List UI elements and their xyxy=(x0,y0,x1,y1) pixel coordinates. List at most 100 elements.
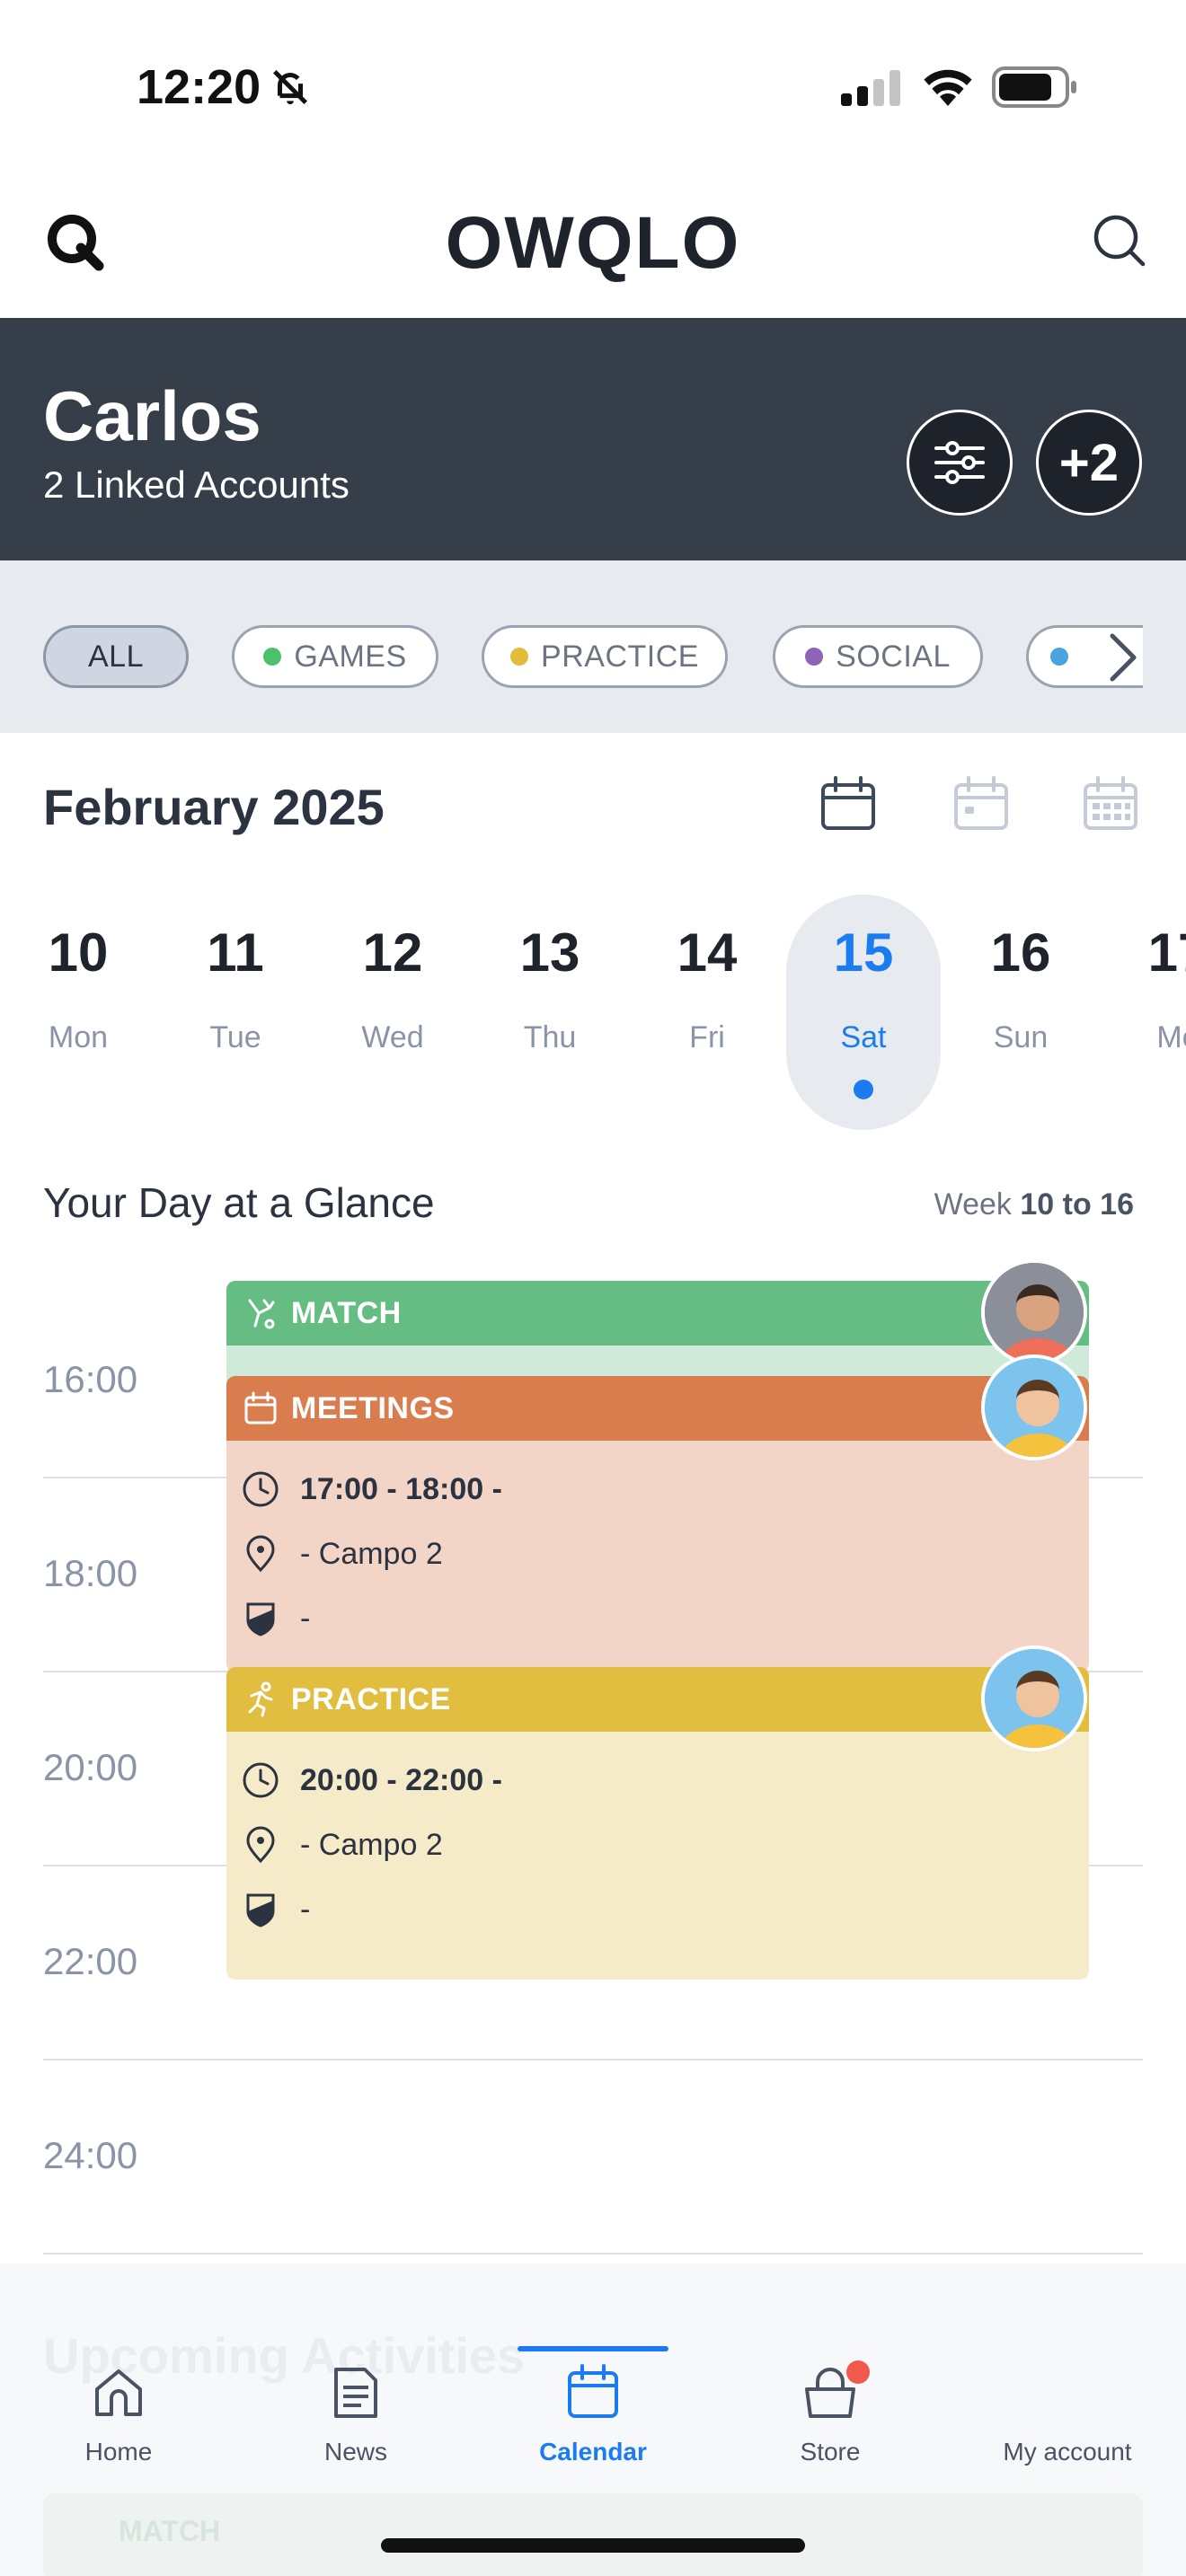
day-cell[interactable]: 16 Sun xyxy=(943,895,1098,1130)
time-label: 18:00 xyxy=(43,1552,138,1594)
day-cell[interactable]: 12 Wed xyxy=(315,895,470,1130)
event-location-row: - Campo 2 xyxy=(241,1522,1089,1586)
filter-chip-games[interactable]: GAMES xyxy=(232,625,438,688)
battery-icon xyxy=(992,66,1076,108)
event-type-label: MATCH xyxy=(119,2515,221,2547)
child-avatar[interactable] xyxy=(981,1259,1087,1365)
nav-news[interactable]: News xyxy=(257,2353,455,2479)
event-time-row: 17:00 - 18:00 - xyxy=(241,1457,1089,1522)
filter-chip-label: PRACTICE xyxy=(541,639,699,674)
day-name: Sun xyxy=(993,1020,1049,1054)
day-number: 12 xyxy=(362,922,423,983)
time-label: 16:00 xyxy=(43,1358,138,1400)
event-indicator-dot xyxy=(854,1080,873,1099)
event-type-label: MATCH xyxy=(291,1295,402,1330)
account-avatar xyxy=(1035,2362,1100,2427)
day-name: Mo xyxy=(1156,1020,1186,1054)
event-type-label: MEETINGS xyxy=(291,1390,455,1425)
home-icon xyxy=(95,2369,142,2416)
status-time: 12:20 xyxy=(137,60,261,114)
filter-chip-label: ALL xyxy=(88,639,144,674)
day-cell[interactable]: 10 Mon xyxy=(1,895,155,1130)
event-location-row: - Campo 2 xyxy=(241,1813,1089,1877)
location-pin-icon xyxy=(246,1535,275,1573)
cellular-signal-icon xyxy=(841,70,900,106)
wifi-icon xyxy=(924,69,972,106)
nav-my-account[interactable]: My account xyxy=(969,2353,1166,2479)
day-cell[interactable]: 17 Mo xyxy=(1101,895,1186,1130)
category-color-dot xyxy=(1050,648,1068,666)
team-shield-icon xyxy=(246,1893,275,1928)
event-time: 17:00 - 18:00 - xyxy=(300,1471,502,1506)
match-icon xyxy=(248,1299,275,1329)
games-color-dot xyxy=(263,648,282,666)
location-pin-icon xyxy=(246,1826,275,1864)
team-shield-icon xyxy=(246,1602,275,1636)
social-color-dot xyxy=(805,648,824,666)
day-number: 10 xyxy=(48,922,109,983)
day-cell[interactable]: 14 Fri xyxy=(630,895,784,1130)
sliders-icon xyxy=(934,441,985,484)
day-name: Tue xyxy=(209,1020,261,1054)
week-prefix: Week xyxy=(934,1187,1012,1222)
filter-chip-social[interactable]: SOCIAL xyxy=(773,625,983,688)
nav-label: Store xyxy=(800,2438,861,2466)
day-number: 15 xyxy=(833,922,894,983)
child-avatar[interactable] xyxy=(981,1645,1087,1751)
nav-calendar[interactable]: Calendar xyxy=(494,2353,692,2479)
day-number: 17 xyxy=(1147,922,1186,983)
calendar-icon xyxy=(244,1391,277,1425)
nav-label: My account xyxy=(1003,2438,1132,2466)
linked-accounts-label: 2 Linked Accounts xyxy=(43,463,350,506)
event-card-meetings[interactable]: MEETINGS 17:00 - 18:00 - - Campo 2 - xyxy=(226,1376,1089,1672)
chevron-right-icon[interactable] xyxy=(1100,629,1146,686)
day-cell[interactable]: 11 Tue xyxy=(158,895,313,1130)
filter-chip-practice[interactable]: PRACTICE xyxy=(482,625,728,688)
time-label: 24:00 xyxy=(43,2134,138,2176)
event-card-practice[interactable]: PRACTICE 20:00 - 22:00 - - Campo 2 - xyxy=(226,1667,1089,1980)
calendar-day-view-icon[interactable] xyxy=(818,774,879,835)
status-bar: 12:20 xyxy=(0,0,1186,171)
filter-chip-all[interactable]: ALL xyxy=(43,625,189,688)
nav-label: Calendar xyxy=(539,2438,647,2466)
filter-chip-label: GAMES xyxy=(294,639,407,674)
filter-settings-button[interactable] xyxy=(907,410,1013,516)
event-time: 20:00 - 22:00 - xyxy=(300,1762,502,1797)
event-header: MATCH xyxy=(226,1281,1089,1345)
nav-home[interactable]: Home xyxy=(20,2353,217,2479)
nav-label: Home xyxy=(84,2438,153,2466)
nav-store[interactable]: Store xyxy=(731,2353,929,2479)
day-name: Wed xyxy=(361,1020,424,1054)
day-number: 14 xyxy=(677,922,738,983)
nav-label: News xyxy=(323,2438,387,2466)
brand-logo: OWQLO xyxy=(445,202,741,284)
event-details: 17:00 - 18:00 - - Campo 2 - xyxy=(226,1441,1089,1651)
event-details: 20:00 - 22:00 - - Campo 2 - xyxy=(226,1732,1089,1942)
home-indicator[interactable] xyxy=(381,2538,805,2553)
time-label: 22:00 xyxy=(43,1940,138,1982)
event-header: MEETINGS xyxy=(226,1376,1089,1441)
day-cell-selected[interactable]: 15 Sat xyxy=(786,895,941,1130)
calendar-month-view-icon[interactable] xyxy=(1080,774,1141,835)
event-type-label: PRACTICE xyxy=(291,1681,451,1716)
day-name: Fri xyxy=(689,1020,725,1054)
day-cell[interactable]: 13 Thu xyxy=(473,895,627,1130)
upcoming-activity-card[interactable]: MATCH xyxy=(43,2493,1143,2576)
month-title: February 2025 xyxy=(43,779,385,835)
more-accounts-button[interactable]: +2 xyxy=(1036,410,1142,516)
glance-title: Your Day at a Glance xyxy=(43,1179,435,1226)
notification-badge xyxy=(846,2360,870,2384)
week-range: Week 10 to 16 xyxy=(934,1187,1134,1222)
day-number: 11 xyxy=(207,922,264,983)
event-location: - Campo 2 xyxy=(300,1536,443,1571)
event-time-row: 20:00 - 22:00 - xyxy=(241,1748,1089,1813)
clock-icon xyxy=(243,1762,279,1798)
child-avatar[interactable] xyxy=(981,1354,1087,1460)
active-tab-indicator xyxy=(518,2346,668,2351)
day-cell-clip: 17 Mo xyxy=(1101,895,1186,1130)
bell-muted-icon xyxy=(272,69,308,105)
calendar-week-view-icon[interactable] xyxy=(951,774,1012,835)
search-icon[interactable] xyxy=(1089,210,1148,269)
day-number: 13 xyxy=(519,922,580,983)
profile-name: Carlos xyxy=(43,376,261,455)
